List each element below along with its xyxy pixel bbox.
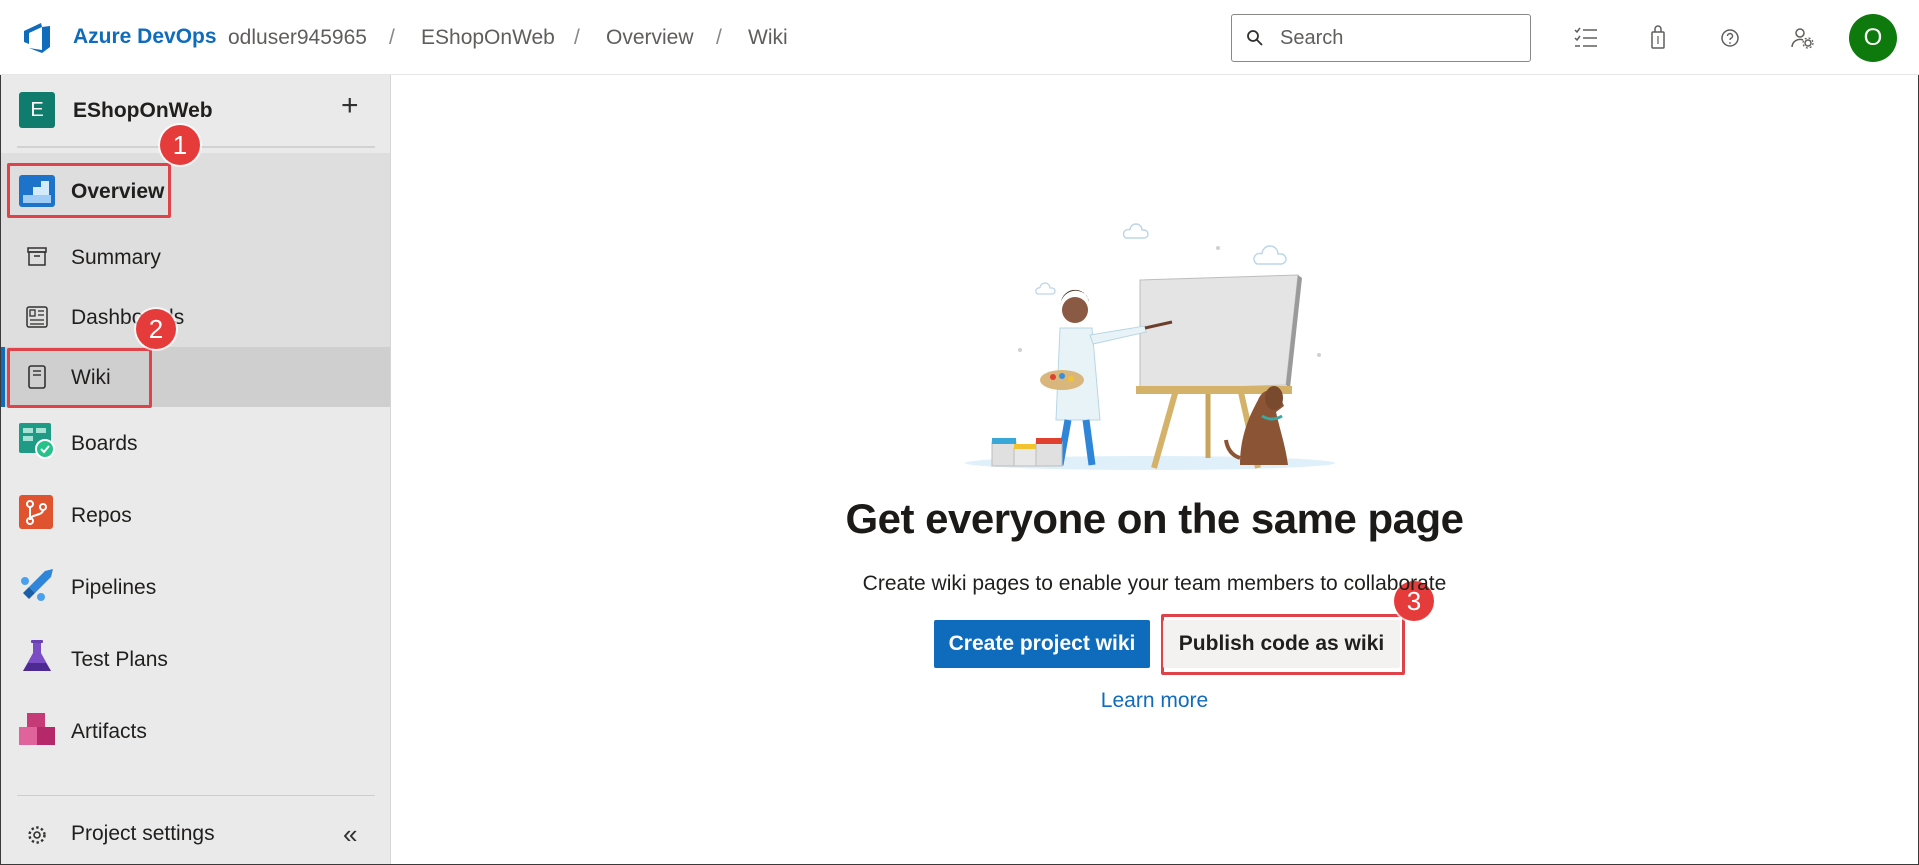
divider [17,795,375,796]
sidebar-item-label: Pipelines [71,576,157,599]
sidebar-item-dashboards[interactable]: Dashboards [1,287,390,347]
marketplace-bag-icon[interactable] [1644,24,1672,52]
sidebar-item-label: Repos [71,504,132,527]
sidebar-item-label: Boards [71,432,138,455]
learn-more-link[interactable]: Learn more [1101,689,1208,712]
user-settings-icon[interactable] [1788,24,1816,52]
highlight-wiki [7,348,152,408]
artifacts-icon [19,713,55,745]
step-badge: 1 [160,125,200,165]
project-avatar[interactable]: E [19,92,55,128]
breadcrumb-separator: / [716,26,722,49]
step-badge: 2 [136,309,176,349]
create-project-wiki-button[interactable]: Create project wiki [934,620,1150,668]
test-plans-icon [23,640,51,671]
sidebar-item-label: Artifacts [71,720,147,743]
task-list-icon[interactable] [1572,24,1600,52]
publish-code-as-wiki-button[interactable]: Publish code as wiki [1163,620,1400,668]
search-icon [1247,30,1263,46]
collapse-sidebar-button[interactable]: « [343,819,357,850]
add-new-button[interactable]: + [341,89,359,123]
top-bar: Azure DevOps odluser945965 / EShopOnWeb … [0,0,1919,75]
sidebar-item-artifacts[interactable]: Artifacts [1,701,390,761]
empty-state-description: Create wiki pages to enable your team me… [862,572,1447,595]
dashboards-icon [26,306,48,328]
empty-state-title: Get everyone on the same page [845,495,1464,542]
boards-icon [19,423,55,459]
breadcrumb-separator: / [574,26,580,49]
sidebar-item-test-plans[interactable]: Test Plans [1,629,390,689]
project-name[interactable]: EShopOnWeb [73,99,213,123]
breadcrumb-organization[interactable]: odluser945965 [228,26,367,50]
selection-indicator [1,347,5,407]
pipelines-icon [21,569,53,601]
sidebar-item-repos[interactable]: Repos [1,485,390,545]
sidebar-item-label: Summary [71,246,161,269]
project-settings-label: Project settings [71,822,215,845]
highlight-overview [7,163,171,218]
search-input[interactable] [1280,25,1510,51]
breadcrumb-separator: / [389,26,395,49]
brand-title[interactable]: Azure DevOps [73,25,217,49]
sidebar-item-pipelines[interactable]: Pipelines [1,557,390,617]
breadcrumb-wiki[interactable]: Wiki [748,26,788,50]
azure-devops-logo-icon[interactable] [20,20,54,54]
project-settings-link[interactable]: Project settings « [1,815,390,855]
sidebar-item-label: Test Plans [71,648,168,671]
summary-icon [27,247,47,266]
learn-more-container: Learn more [390,689,1919,713]
sidebar-item-boards[interactable]: Boards [1,413,390,473]
breadcrumb-overview[interactable]: Overview [606,26,694,50]
breadcrumb-project[interactable]: EShopOnWeb [421,26,555,50]
user-avatar[interactable]: O [1849,14,1897,62]
sidebar-item-summary[interactable]: Summary [1,227,390,287]
repos-icon [19,495,53,529]
painter-illustration [965,223,1335,470]
search-box[interactable] [1231,14,1531,62]
help-icon[interactable] [1716,24,1744,52]
gear-icon [28,826,46,844]
